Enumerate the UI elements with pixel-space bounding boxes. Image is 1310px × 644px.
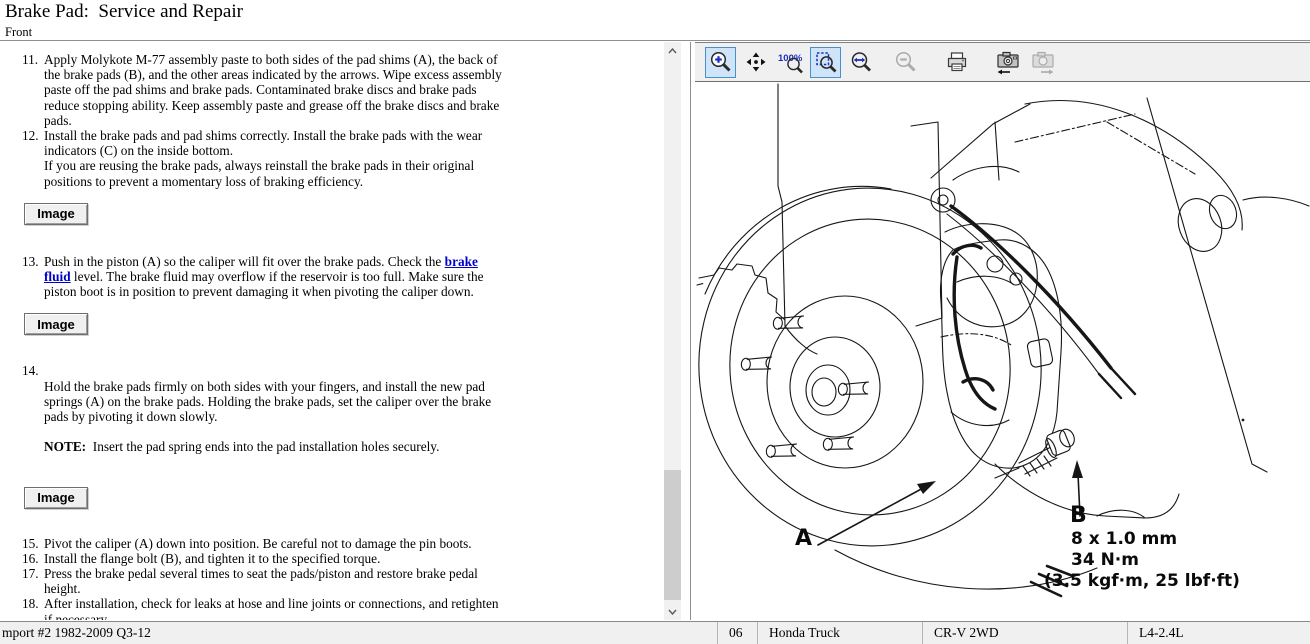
image-panel: 100%	[695, 42, 1310, 620]
step-text: Apply Molykote M-77 assembly paste to bo…	[44, 52, 505, 128]
next-image-button[interactable]	[1027, 47, 1058, 78]
status-database: mport #2 1982-2009 Q3-12	[0, 622, 717, 644]
step-13: 13. Push in the piston (A) so the calipe…	[22, 254, 664, 300]
step-number: 13.	[22, 254, 44, 300]
scroll-up-button[interactable]	[664, 42, 681, 59]
step-number: 18.	[22, 596, 44, 620]
step-18: 18. After installation, check for leaks …	[22, 596, 664, 620]
page-subtitle: Front	[5, 25, 32, 40]
torque-spec-size: 8 x 1.0 mm	[1071, 529, 1177, 549]
step-text-pre: Push in the piston (A) so the caliper wi…	[44, 254, 445, 269]
step-14: 14. Hold the brake pads firmly on both s…	[22, 363, 664, 469]
document-scrollbar[interactable]	[664, 42, 681, 620]
note-text: Insert the pad spring ends into the pad …	[93, 439, 440, 454]
pan-button[interactable]	[740, 47, 771, 78]
zoom-100-button[interactable]: 100%	[775, 47, 806, 78]
step-text-post: level. The brake fluid may overflow if t…	[44, 269, 484, 299]
print-button[interactable]	[941, 47, 972, 78]
procedure-text: 11. Apply Molykote M-77 assembly paste t…	[0, 42, 664, 620]
zoom-out-button[interactable]	[890, 47, 921, 78]
fit-page-button[interactable]	[810, 47, 841, 78]
zoom-100-icon: 100%	[778, 50, 804, 74]
step-text: After installation, check for leaks at h…	[44, 596, 505, 620]
procedure-panel: 11. Apply Molykote M-77 assembly paste t…	[0, 42, 683, 620]
step-17: 17. Press the brake pedal several times …	[22, 566, 664, 596]
print-icon	[945, 50, 969, 74]
step-11: 11. Apply Molykote M-77 assembly paste t…	[22, 52, 664, 128]
step-number: 16.	[22, 551, 44, 566]
note-label: NOTE:	[44, 439, 86, 454]
status-year: 06	[717, 622, 757, 644]
image-button-1[interactable]: Image	[24, 203, 88, 225]
scrollbar-thumb[interactable]	[664, 470, 681, 600]
diagram-viewport[interactable]: A B 8 x 1.0 mm 34 N·m (3.5 kgf·m, 25 lbf…	[695, 82, 1310, 620]
chevron-up-icon	[668, 48, 677, 54]
service-manual-app: Brake Pad: Service and Repair Front 11. …	[0, 0, 1310, 644]
pan-icon	[744, 50, 768, 74]
previous-image-button[interactable]	[992, 47, 1023, 78]
step-number: 15.	[22, 536, 44, 551]
previous-image-icon	[994, 49, 1022, 75]
step-text: Hold the brake pads firmly on both sides…	[44, 363, 505, 469]
step-text: Install the brake pads and pad shims cor…	[44, 128, 505, 189]
scroll-down-button[interactable]	[664, 603, 681, 620]
zoom-in-button[interactable]	[705, 47, 736, 78]
brake-assembly-diagram	[695, 82, 1310, 620]
header: Brake Pad: Service and Repair Front	[0, 0, 1310, 41]
step-text: Push in the piston (A) so the caliper wi…	[44, 254, 505, 300]
image-toolbar: 100%	[695, 43, 1310, 82]
diagram-label-a: A	[795, 526, 812, 551]
step-text: Install the flange bolt (B), and tighten…	[44, 551, 505, 566]
chevron-down-icon	[668, 609, 677, 615]
status-make: Honda Truck	[757, 622, 922, 644]
image-button-3[interactable]: Image	[24, 487, 88, 509]
step-number: 12.	[22, 128, 44, 189]
step-number: 11.	[22, 52, 44, 128]
fit-width-icon	[849, 50, 873, 74]
diagram-label-b: B	[1070, 503, 1087, 528]
panel-splitter[interactable]	[683, 42, 695, 620]
step-number: 14.	[22, 363, 44, 469]
step-number: 17.	[22, 566, 44, 596]
page-title: Brake Pad: Service and Repair	[5, 1, 243, 23]
status-engine: L4-2.4L	[1127, 622, 1310, 644]
note: NOTE: Insert the pad spring ends into th…	[44, 439, 505, 454]
step-text: Press the brake pedal several times to s…	[44, 566, 505, 596]
fit-page-icon	[814, 50, 838, 74]
status-bar: mport #2 1982-2009 Q3-12 06 Honda Truck …	[0, 621, 1310, 644]
status-model: CR-V 2WD	[922, 622, 1127, 644]
image-button-2[interactable]: Image	[24, 313, 88, 335]
torque-spec-nm: 34 N·m	[1071, 550, 1139, 570]
torque-spec-alt: (3.5 kgf·m, 25 lbf·ft)	[1044, 571, 1240, 591]
step-text: Pivot the caliper (A) down into position…	[44, 536, 505, 551]
zoom-out-icon	[894, 50, 918, 74]
zoom-in-icon	[709, 50, 733, 74]
step-16: 16. Install the flange bolt (B), and tig…	[22, 551, 664, 566]
step-15: 15. Pivot the caliper (A) down into posi…	[22, 536, 664, 551]
step-12: 12. Install the brake pads and pad shims…	[22, 128, 664, 189]
step-14-body: Hold the brake pads firmly on both sides…	[44, 379, 491, 424]
fit-width-button[interactable]	[845, 47, 876, 78]
next-image-icon	[1029, 49, 1057, 75]
